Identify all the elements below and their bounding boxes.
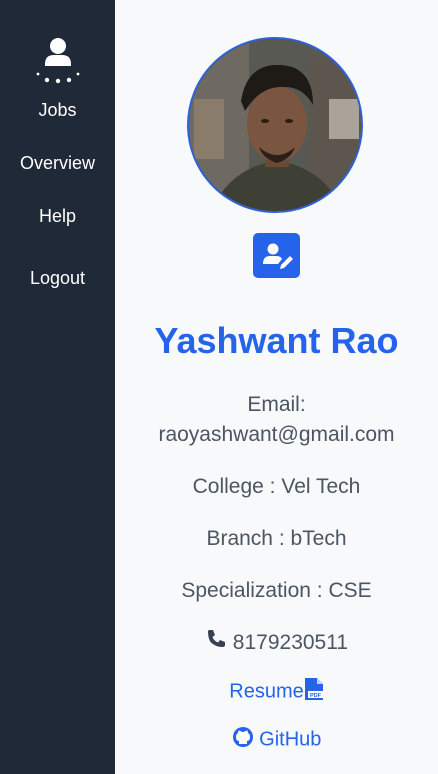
resume-link[interactable]: Resume PDF [115, 677, 438, 707]
github-icon [232, 726, 254, 754]
sidebar-item-help[interactable]: Help [0, 206, 115, 227]
profile-panel: Yashwant Rao Email: raoyashwant@gmail.co… [115, 0, 438, 774]
avatar [187, 37, 363, 213]
phone-icon [205, 628, 227, 659]
email-label: Email: [247, 393, 306, 416]
sidebar-item-overview[interactable]: Overview [0, 153, 115, 174]
svg-text:PDF: PDF [310, 693, 322, 699]
email-value: raoyashwant@gmail.com [158, 423, 395, 446]
phone-number: 8179230511 [232, 631, 349, 655]
sidebar-item-logout[interactable]: Logout [0, 268, 115, 289]
sidebar-item-jobs[interactable]: Jobs [0, 100, 115, 121]
github-link[interactable]: GitHub [115, 726, 438, 754]
college-text: College : Vel Tech [192, 475, 361, 498]
github-label: GitHub [259, 728, 322, 751]
branch-text: Branch : bTech [206, 527, 347, 550]
pdf-icon: PDF [304, 677, 324, 707]
profile-name: Yashwant Rao [154, 320, 399, 361]
user-icon[interactable] [32, 36, 84, 86]
edit-profile-icon [263, 243, 293, 269]
resume-label: Resume [229, 680, 304, 703]
sidebar: Jobs Overview Help Logout [0, 0, 115, 774]
specialization-text: Specialization : CSE [181, 579, 372, 602]
edit-profile-button[interactable] [253, 233, 300, 278]
phone-row: 8179230511 [115, 628, 438, 659]
